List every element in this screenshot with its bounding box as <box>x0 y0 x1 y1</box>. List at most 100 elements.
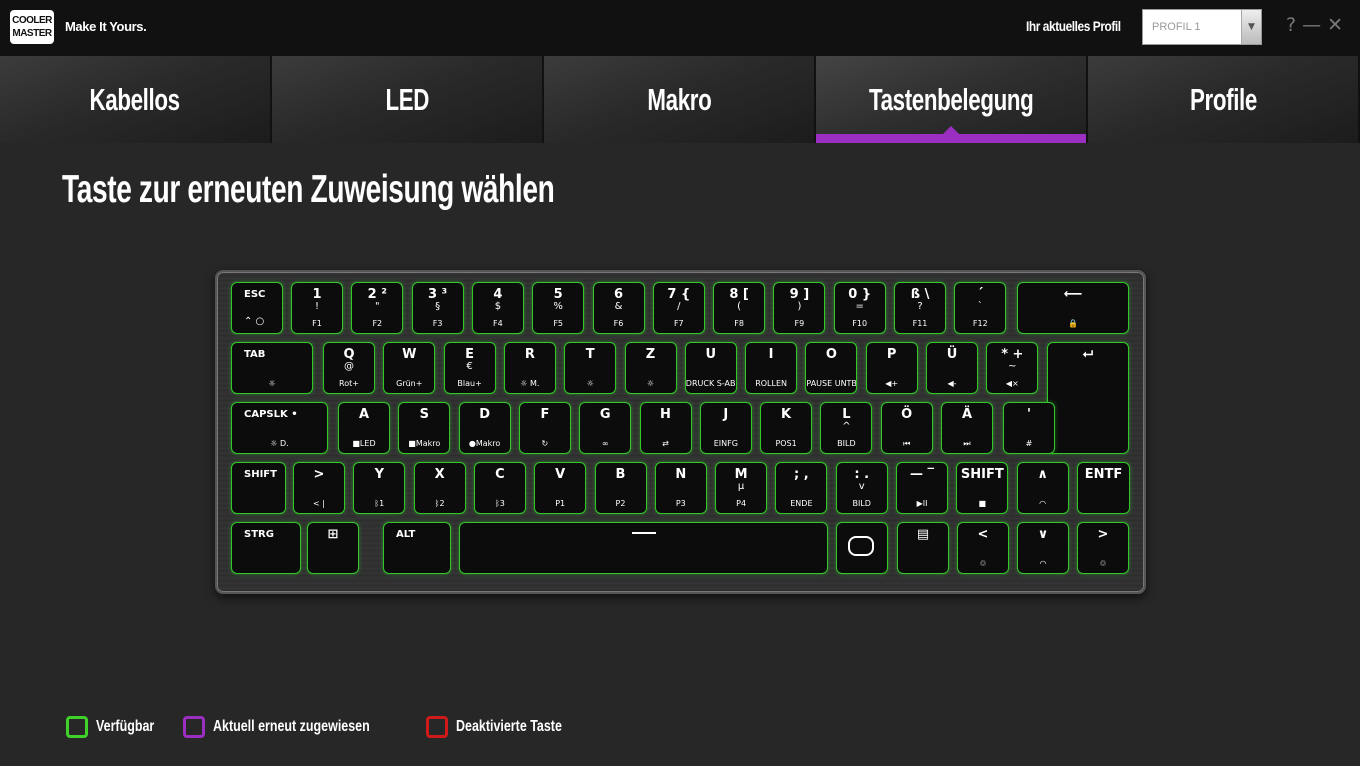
key-right[interactable]: > ♲ <box>1077 522 1129 574</box>
key-legend: ! <box>314 301 319 312</box>
tab-label: Tastenbelegung <box>868 81 1034 117</box>
key-legend: PAUSE UNTBR <box>806 379 858 388</box>
key-legend: ☼ <box>586 379 594 388</box>
close-icon[interactable]: ✕ <box>1327 14 1343 36</box>
key-legend: ♲ <box>1099 559 1107 568</box>
key-j[interactable]: J EINFG <box>699 402 752 454</box>
key-v[interactable]: V P1 <box>534 462 587 514</box>
key-sz[interactable]: ß \? F11 <box>894 282 946 334</box>
key-legend: EINFG <box>713 439 738 448</box>
key-legend: > <box>1097 527 1109 542</box>
key-period[interactable]: : . v BILD <box>835 462 888 514</box>
key-fn[interactable] <box>836 522 888 574</box>
key-s[interactable]: S ■Makro <box>398 402 451 454</box>
key-win[interactable]: ⊞ <box>307 522 359 574</box>
key-legend: POS1 <box>775 439 797 448</box>
key-up[interactable]: ∧ ◠ <box>1016 462 1069 514</box>
key-9[interactable]: 9 ]) F9 <box>773 282 826 334</box>
key-u[interactable]: U DRUCK S-ABF <box>684 342 737 394</box>
key-t[interactable]: T ☼ <box>564 342 617 394</box>
key-tab[interactable]: TAB ☼ <box>231 342 313 394</box>
key-lt[interactable]: > < | <box>293 462 345 514</box>
key-lshift[interactable]: SHIFT <box>231 462 286 514</box>
key-minus[interactable]: — ‾ ▶II <box>896 462 948 514</box>
key-n[interactable]: N P3 <box>654 462 707 514</box>
key-y[interactable]: Y ᛒ1 <box>353 462 406 514</box>
key-ae[interactable]: Ä ⏭ <box>941 402 993 454</box>
key-legend: ᛒ2 <box>434 499 445 508</box>
key-legend: 8 [ <box>729 287 749 302</box>
key-p[interactable]: P ◀+ <box>865 342 918 394</box>
key-rshift[interactable]: SHIFT ■ <box>956 462 1009 514</box>
key-entf[interactable]: ENTF <box>1077 462 1130 514</box>
key-e[interactable]: E € Blau+ <box>443 342 496 394</box>
key-r[interactable]: R ☼ M. <box>503 342 556 394</box>
key-k[interactable]: K POS1 <box>760 402 813 454</box>
key-ue[interactable]: Ü ◀- <box>926 342 978 394</box>
key-q[interactable]: Q @ Rot+ <box>323 342 375 394</box>
key-down[interactable]: ∨ ◠ <box>1017 522 1069 574</box>
key-o[interactable]: O PAUSE UNTBR <box>805 342 858 394</box>
key-w[interactable]: W Grün+ <box>383 342 436 394</box>
key-4[interactable]: 4 $ F4 <box>471 282 524 334</box>
key-hash[interactable]: ' # <box>1003 402 1055 454</box>
key-x[interactable]: X ᛒ2 <box>413 462 466 514</box>
key-h[interactable]: H ⇄ <box>639 402 692 454</box>
key-strg[interactable]: STRG <box>231 522 301 574</box>
tab-kabellos[interactable]: Kabellos <box>0 56 272 143</box>
key-legend: ⌃ ○ <box>244 316 265 327</box>
key-acute[interactable]: ´ ` F12 <box>954 282 1007 334</box>
key-plus[interactable]: * + ~ ◀× <box>986 342 1039 394</box>
key-alt[interactable]: ALT <box>383 522 451 574</box>
key-legend: F7 <box>673 319 684 328</box>
key-2[interactable]: 2 ² " F2 <box>351 282 404 334</box>
key-capslk[interactable]: CAPSLK • ☼ D. <box>231 402 328 454</box>
key-3[interactable]: 3 ³ § F3 <box>411 282 464 334</box>
help-icon[interactable]: ? <box>1286 14 1296 36</box>
key-backspace[interactable]: ⟵ 🔒 <box>1017 282 1129 334</box>
key-l[interactable]: L ^ BILD <box>820 402 873 454</box>
key-8[interactable]: 8 [(F8 <box>713 282 766 334</box>
key-m[interactable]: Mμ P4 <box>715 462 768 514</box>
main-tabs: Kabellos LED Makro Tastenbelegung Profil… <box>0 56 1360 143</box>
legend-swatch <box>66 716 88 738</box>
profile-dropdown[interactable]: PROFIL 1 ▼ <box>1142 9 1262 45</box>
key-legend: > <box>313 467 325 482</box>
tab-led[interactable]: LED <box>272 56 544 143</box>
key-b[interactable]: B P2 <box>594 462 647 514</box>
key-f[interactable]: F ↻ <box>518 402 571 454</box>
key-esc[interactable]: ESC ⌃ ○ <box>231 282 283 334</box>
key-g[interactable]: G ∞ <box>579 402 632 454</box>
key-space[interactable] <box>459 522 828 574</box>
tab-profile[interactable]: Profile <box>1088 56 1360 143</box>
key-legend: ALT <box>396 529 416 540</box>
key-5[interactable]: 5% F5 <box>532 282 585 334</box>
key-left[interactable]: < ♲ <box>957 522 1009 574</box>
key-legend: 3 ³ <box>427 287 448 302</box>
chevron-down-icon[interactable]: ▼ <box>1241 10 1261 44</box>
key-z[interactable]: Z ☼ <box>624 342 677 394</box>
key-legend: ` <box>977 301 983 312</box>
key-7[interactable]: 7 {/ F7 <box>652 282 705 334</box>
key-c[interactable]: C ᛒ3 <box>473 462 526 514</box>
tab-tastenbelegung[interactable]: Tastenbelegung <box>816 56 1088 143</box>
key-enter[interactable]: ⮠ <box>1047 342 1129 454</box>
key-legend: ´ <box>977 287 984 302</box>
key-i[interactable]: I ROLLEN <box>745 342 798 394</box>
key-1[interactable]: 1! F1 <box>291 282 343 334</box>
key-legend: $ <box>494 301 502 312</box>
key-legend: CAPSLK • <box>244 409 298 420</box>
key-menu[interactable]: ▤ <box>897 522 949 574</box>
minimize-icon[interactable]: — <box>1302 14 1321 36</box>
key-legend: < | <box>313 499 325 508</box>
key-6[interactable]: 6 & F6 <box>592 282 645 334</box>
tab-makro[interactable]: Makro <box>544 56 816 143</box>
key-d[interactable]: D ●Makro <box>458 402 511 454</box>
key-oe[interactable]: Ö ⏮ <box>880 402 933 454</box>
key-comma[interactable]: ; , ENDE <box>775 462 828 514</box>
key-0[interactable]: 0 } = F10 <box>833 282 886 334</box>
keyboard-layout: ESC ⌃ ○ 1! F1 2 ² " F2 3 ³ § F3 4 $ F4 5% F5 6 & F6 7 {/ F7… <box>215 270 1146 594</box>
key-legend: ( <box>737 301 742 312</box>
key-a[interactable]: A ■LED <box>338 402 390 454</box>
key-legend: ↻ <box>541 439 549 448</box>
